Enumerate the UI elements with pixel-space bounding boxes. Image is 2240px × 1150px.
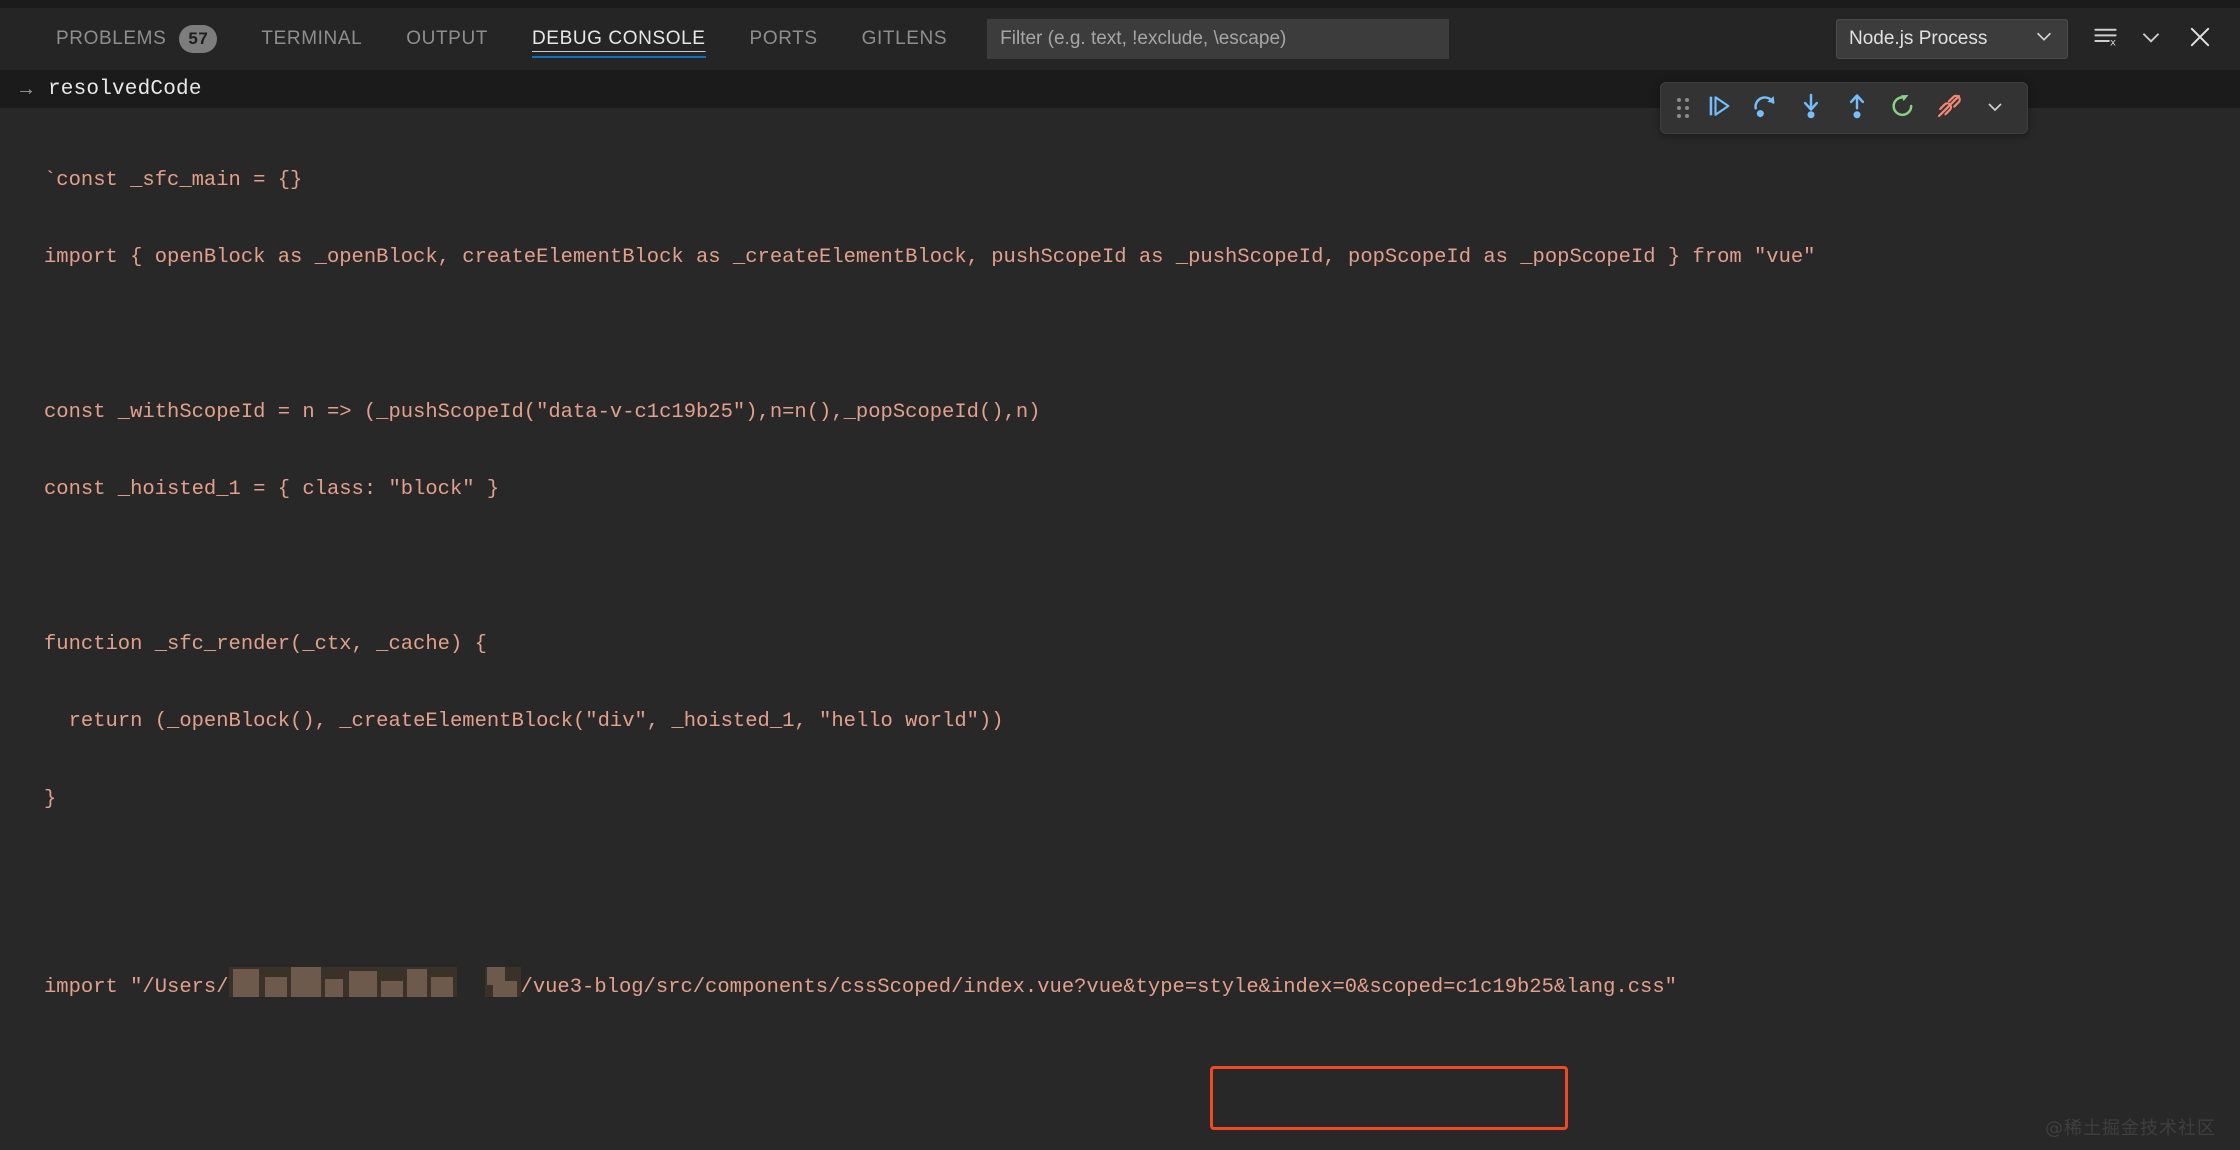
code-line: return (_openBlock(), _createElementBloc… — [44, 710, 1004, 734]
tab-debug-console-label: DEBUG CONSOLE — [531, 28, 706, 49]
tab-debug-console[interactable]: DEBUG CONSOLE — [510, 8, 728, 70]
panel-tabs: PROBLEMS 57 TERMINAL OUTPUT DEBUG CONSOL… — [34, 8, 969, 70]
panel-header: PROBLEMS 57 TERMINAL OUTPUT DEBUG CONSOL… — [0, 8, 2240, 70]
tab-ports-label: PORTS — [749, 28, 818, 49]
more-actions-button[interactable] — [2128, 16, 2174, 62]
step-into-icon — [1797, 92, 1825, 125]
restart-icon — [1889, 92, 1917, 125]
console-output-area[interactable]: → resolvedCode `const _sfc_main = {} imp… — [0, 70, 2240, 1150]
debug-restart-button[interactable] — [1881, 88, 1925, 128]
debug-step-into-button[interactable] — [1789, 88, 1833, 128]
debug-session-select[interactable]: Node.js Process — [1836, 19, 2068, 59]
problems-count-badge: 57 — [179, 25, 218, 53]
filter-container — [987, 19, 1450, 59]
expression-name: resolvedCode — [48, 77, 202, 101]
code-line: function _sfc_render(_ctx, _cache) { — [44, 632, 487, 656]
clear-console-button[interactable]: x — [2082, 16, 2128, 62]
tab-problems[interactable]: PROBLEMS 57 — [34, 8, 239, 70]
code-line: const _withScopeId = n => (_pushScopeId(… — [44, 400, 1041, 424]
debug-toolbar[interactable] — [1660, 82, 2028, 134]
debug-console-panel: PROBLEMS 57 TERMINAL OUTPUT DEBUG CONSOL… — [0, 0, 2240, 1150]
debug-toolbar-more-button[interactable] — [1973, 88, 2017, 128]
redacted-username-tail — [484, 967, 521, 998]
close-panel-button[interactable] — [2174, 16, 2226, 62]
disconnect-icon — [1935, 92, 1963, 125]
chevron-down-icon — [2033, 25, 2055, 53]
chevron-down-icon — [1983, 94, 2007, 123]
tab-output[interactable]: OUTPUT — [384, 8, 510, 70]
watermark: @稀土掘金技术社区 — [2045, 1118, 2216, 1139]
resolved-code-output: `const _sfc_main = {} import { openBlock… — [0, 108, 2240, 1150]
header-actions: Node.js Process x — [1836, 16, 2226, 62]
return-arrow-icon: → — [16, 78, 36, 100]
close-icon — [2186, 23, 2214, 56]
debug-step-out-button[interactable] — [1835, 88, 1879, 128]
redacted-username — [228, 967, 457, 998]
code-line: import { openBlock as _openBlock, create… — [44, 245, 1816, 269]
import-prefix: import "/Users/ — [44, 976, 229, 1000]
step-over-icon — [1751, 92, 1779, 125]
svg-text:x: x — [2110, 38, 2116, 49]
debug-disconnect-button[interactable] — [1927, 88, 1971, 128]
code-line: } — [44, 787, 57, 811]
grip-dots-icon — [1677, 98, 1689, 118]
debug-continue-button[interactable] — [1697, 88, 1741, 128]
tab-terminal-label: TERMINAL — [261, 28, 363, 49]
code-line: `const _sfc_main = {} — [44, 168, 303, 192]
tab-gitlens-label: GITLENS — [861, 28, 948, 49]
continue-icon — [1705, 92, 1733, 125]
step-out-icon — [1843, 92, 1871, 125]
debug-step-over-button[interactable] — [1743, 88, 1787, 128]
tab-output-label: OUTPUT — [406, 28, 488, 49]
debug-toolbar-drag-handle[interactable] — [1671, 91, 1695, 125]
chevron-down-icon — [2138, 24, 2164, 55]
tab-gitlens[interactable]: GITLENS — [840, 8, 970, 70]
filter-input[interactable] — [987, 19, 1450, 59]
import-suffix: /vue3-blog/src/components/cssScoped/inde… — [520, 976, 1677, 1000]
tab-terminal[interactable]: TERMINAL — [239, 8, 384, 70]
tab-ports[interactable]: PORTS — [728, 8, 840, 70]
code-line-import-style: import "/Users/ /vue3-blog/src/components… — [44, 967, 2240, 1001]
debug-session-value: Node.js Process — [1849, 28, 1988, 49]
window-top-strip — [0, 0, 2240, 8]
code-line: const _hoisted_1 = { class: "block" } — [44, 478, 500, 502]
clear-console-icon: x — [2092, 23, 2119, 55]
tab-problems-label: PROBLEMS — [56, 28, 167, 49]
